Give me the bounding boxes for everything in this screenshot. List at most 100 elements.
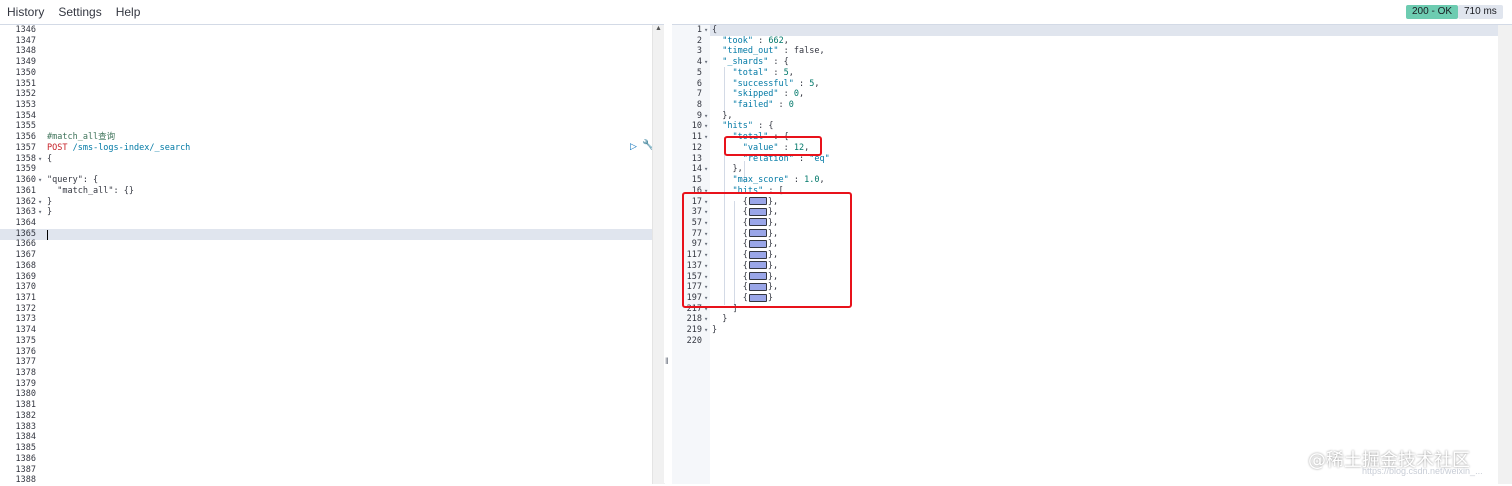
line-number: 219 [686,325,702,336]
response-scrollbar[interactable] [1498,25,1512,484]
line-number: 4 [696,57,702,68]
request-method: POST [47,142,68,153]
menu-bar: History Settings Help [0,0,147,24]
scroll-up-arrow-icon[interactable]: ▲ [655,25,662,32]
fold-toggle-icon[interactable]: ▾ [704,132,708,143]
line-number: 1386 [15,453,36,464]
fold-toggle-icon[interactable]: ▾ [704,57,708,68]
json-line: "successful" : 5, [732,78,820,89]
line-number: 1378 [15,368,36,379]
text-cursor [47,229,48,240]
json-line: "skipped" : 0, [732,89,805,100]
fold-toggle-icon[interactable]: ▾ [704,111,708,122]
pane-resizer[interactable]: ‖ [664,24,672,483]
code-line: "query": { [47,175,99,186]
line-number: 1373 [15,314,36,325]
line-number: 12 [691,142,702,153]
resize-grip-icon[interactable]: ‖ [665,356,669,366]
json-line: "timed_out" : false, [722,46,825,57]
line-number: 1388 [15,475,36,486]
fold-toggle-icon[interactable]: ▾ [704,121,708,132]
line-number: 1375 [15,335,36,346]
line-number: 10 [691,121,702,132]
response-output[interactable]: 1 ▾{2 "took" : 662, 3 "timed_out" : false,… [672,24,1512,484]
json-line: "hits" : { [722,121,774,132]
fold-toggle-icon[interactable]: ▾ [38,175,42,186]
line-number: 8 [696,100,702,111]
line-number: 1379 [15,378,36,389]
json-line: } [712,314,728,325]
json-line: "max_score" : 1.0, [732,175,825,186]
run-request-icon[interactable]: ▷ [630,141,637,152]
line-number: 1354 [15,110,36,121]
line-number: 1360 [15,175,36,186]
line-number: 1366 [15,239,36,250]
line-number: 1376 [15,346,36,357]
line-number: 1355 [15,121,36,132]
line-number: 1350 [15,67,36,78]
fold-toggle-icon[interactable]: ▾ [38,207,42,218]
code-line: } [47,196,53,207]
line-number: 1384 [15,432,36,443]
fold-toggle-icon[interactable]: ▾ [38,197,42,208]
json-line: }, [712,110,733,121]
json-line: "failed" : 0 [732,100,794,111]
json-line: } [712,325,718,336]
json-line: "total" : 5, [732,67,794,78]
line-number: 1382 [15,410,36,421]
fold-toggle-icon[interactable]: ▾ [704,164,708,175]
line-number: 1361 [15,185,36,196]
json-line: "took" : 662, [722,35,789,46]
line-number: 5 [696,67,702,78]
fold-toggle-icon[interactable]: ▾ [704,314,708,325]
active-line-highlight [0,228,652,240]
status-code-badge: 200 - OK [1406,5,1459,19]
response-active-line [710,25,1498,36]
top-bar: History Settings Help 200 - OK 710 ms [0,0,1512,24]
line-number: 1364 [15,217,36,228]
line-number: 2 [696,35,702,46]
line-number: 1359 [15,164,36,175]
line-number: 1385 [15,443,36,454]
json-line: { [712,25,718,35]
code-line: POST /sms-logs-index/_search [47,143,190,154]
request-editor[interactable]: 1346 1347 1348 1349 1350 1351 1352 1353 1354 1355… [0,24,665,486]
line-number: 1365 [15,228,36,239]
line-number: 1347 [15,35,36,46]
code-line: #match_all查询 [47,132,116,143]
line-number: 1381 [15,400,36,411]
line-number: 1 [696,25,702,35]
menu-settings[interactable]: Settings [51,0,108,24]
fold-toggle-icon[interactable]: ▾ [38,154,42,165]
line-number: 1374 [15,325,36,336]
line-number: 1351 [15,78,36,89]
line-number: 14 [691,164,702,175]
line-number: 1380 [15,389,36,400]
line-number: 13 [691,153,702,164]
line-number: 3 [696,46,702,57]
line-number: 1362 [15,196,36,207]
line-number: 7 [696,89,702,100]
watermark-url: https://blog.csdn.net/weixin_... [1362,466,1483,476]
menu-history[interactable]: History [0,0,51,24]
line-number: 1369 [15,271,36,282]
line-number: 1348 [15,46,36,57]
line-number: 1353 [15,100,36,111]
line-number: 9 [696,110,702,121]
line-number: 15 [691,175,702,186]
json-line: "_shards" : { [722,57,789,68]
menu-help[interactable]: Help [109,0,148,24]
fold-toggle-icon[interactable]: ▾ [704,325,708,336]
line-number: 1371 [15,293,36,303]
line-number: 1363 [15,207,36,218]
response-time-badge: 710 ms [1458,5,1503,19]
line-number: 218 [686,314,702,325]
line-number: 1358 [15,153,36,164]
line-number: 1367 [15,250,36,261]
line-number: 1387 [15,464,36,475]
line-number: 1356 [15,132,36,143]
fold-toggle-icon[interactable]: ▾ [704,25,708,36]
line-number: 6 [696,78,702,89]
line-number: 1357 [15,142,36,153]
line-number: 1346 [15,25,36,35]
